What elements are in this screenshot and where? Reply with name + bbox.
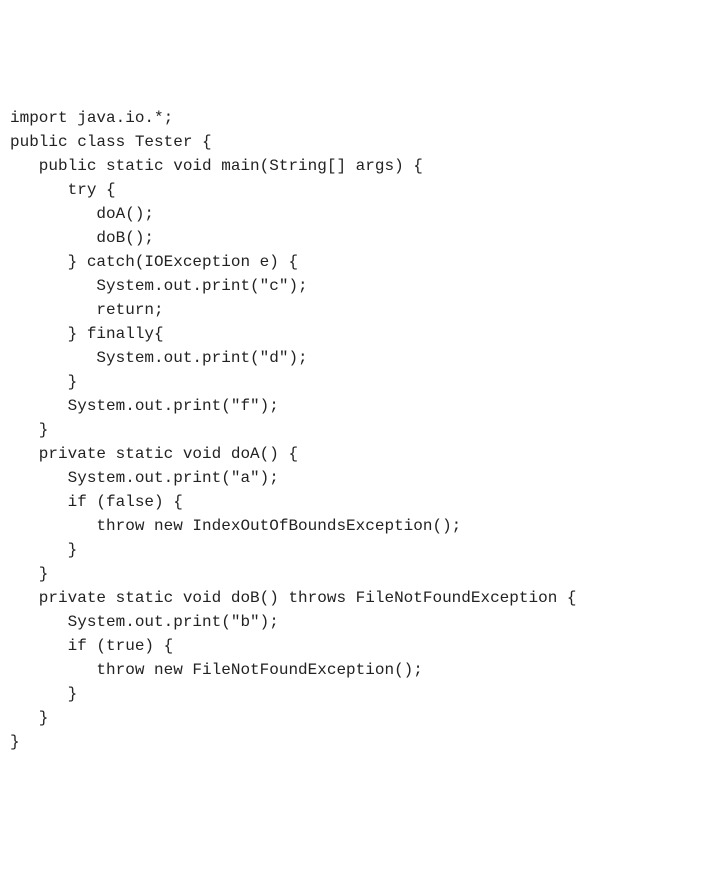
code-line: }: [10, 541, 77, 559]
code-line: }: [10, 565, 48, 583]
code-line: import java.io.*;: [10, 109, 173, 127]
code-line: } catch(IOException e) {: [10, 253, 298, 271]
code-line: public class Tester {: [10, 133, 212, 151]
code-line: System.out.print("c");: [10, 277, 308, 295]
code-line: return;: [10, 301, 164, 319]
code-line: private static void doA() {: [10, 445, 298, 463]
code-line: if (true) {: [10, 637, 173, 655]
code-line: System.out.print("b");: [10, 613, 279, 631]
code-line: if (false) {: [10, 493, 183, 511]
code-line: }: [10, 421, 48, 439]
code-line: private static void doB() throws FileNot…: [10, 589, 577, 607]
code-line: }: [10, 373, 77, 391]
code-line: System.out.print("a");: [10, 469, 279, 487]
code-line: public static void main(String[] args) {: [10, 157, 423, 175]
code-line: doB();: [10, 229, 154, 247]
code-line: doA();: [10, 205, 154, 223]
code-block: import java.io.*; public class Tester { …: [10, 106, 701, 754]
code-line: throw new IndexOutOfBoundsException();: [10, 517, 461, 535]
code-line: try {: [10, 181, 116, 199]
code-line: } finally{: [10, 325, 164, 343]
code-line: System.out.print("d");: [10, 349, 308, 367]
code-line: }: [10, 685, 77, 703]
code-line: throw new FileNotFoundException();: [10, 661, 423, 679]
code-line: }: [10, 709, 48, 727]
code-line: }: [10, 733, 20, 751]
code-line: System.out.print("f");: [10, 397, 279, 415]
